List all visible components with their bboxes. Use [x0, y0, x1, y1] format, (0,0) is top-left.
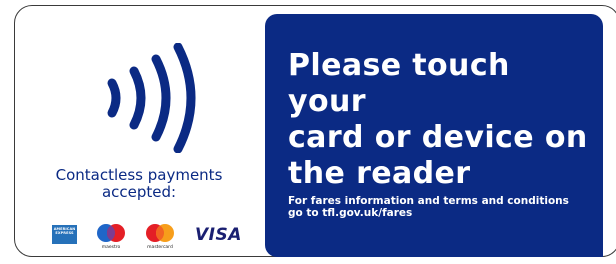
contactless-wave-1 — [107, 78, 121, 118]
payments-line-1: Contactless payments — [55, 166, 223, 184]
contactless-icon — [107, 43, 196, 153]
fares-line-2: go to tfl.gov.uk/fares — [288, 207, 413, 219]
payments-accepted-text: Contactless payments accepted: — [14, 167, 264, 201]
maestro-label: maestro — [101, 245, 121, 250]
visa-logo: VISA — [195, 225, 242, 245]
left-panel: Contactless payments accepted: AMERICAN … — [14, 5, 264, 257]
maestro-logo — [97, 224, 125, 242]
amex-label: AMERICAN EXPRESS — [53, 227, 76, 235]
contactless-wave-4 — [173, 43, 196, 153]
headline: Please touch your card or device on the … — [288, 48, 598, 192]
contactless-wave-2 — [129, 66, 146, 130]
headline-line-2: card or device on — [288, 120, 588, 155]
fares-line-1: For fares information and terms and cond… — [288, 195, 569, 207]
headline-line-1: Please touch your — [288, 48, 510, 119]
headline-line-3: the reader — [288, 156, 471, 191]
instruction-panel: Please touch your card or device on the … — [265, 14, 603, 257]
fares-info: For fares information and terms and cond… — [288, 195, 598, 219]
card-logos: AMERICAN EXPRESS maestro mastercard VISA — [52, 223, 252, 251]
mastercard-label: mastercard — [147, 245, 173, 250]
amex-logo: AMERICAN EXPRESS — [52, 225, 77, 244]
contactless-wave-3 — [151, 54, 171, 142]
mastercard-logo — [146, 224, 174, 242]
payments-line-2: accepted: — [101, 183, 177, 201]
